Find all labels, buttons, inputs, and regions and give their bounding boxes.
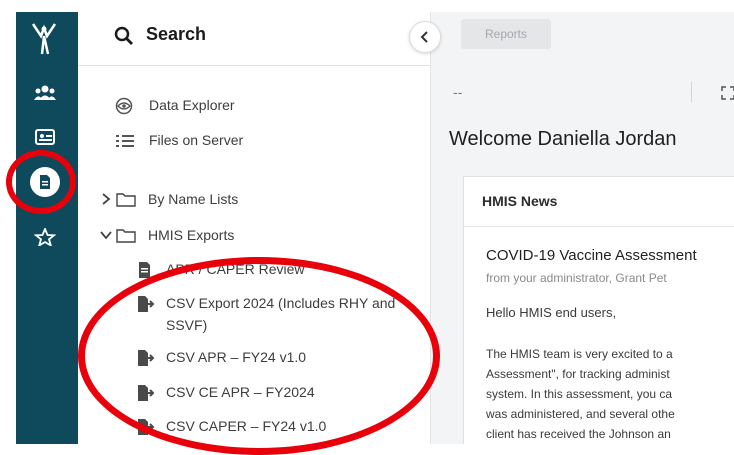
- news-body-line: was administered, and several othe: [486, 407, 675, 421]
- tree-folder-hmis-exports[interactable]: HMIS Exports: [100, 225, 350, 247]
- icon-rail: [16, 12, 78, 444]
- list-icon: [116, 135, 134, 147]
- card-title: HMIS News: [482, 193, 558, 209]
- top-bar: Reports: [431, 12, 734, 56]
- hmis-news-card: HMIS News COVID-19 Vaccine Assessment fr…: [463, 176, 734, 444]
- search-header[interactable]: Search: [78, 12, 430, 66]
- main-content: Reports -- Welcome Daniella Jordan HMIS …: [430, 12, 734, 444]
- search-icon: [114, 26, 133, 45]
- search-label: Search: [146, 24, 207, 44]
- logo-icon[interactable]: [29, 20, 59, 58]
- news-greeting: Hello HMIS end users,: [486, 305, 617, 320]
- chevron-left-icon: [420, 31, 428, 43]
- folder-icon: [116, 193, 136, 207]
- id-card-icon[interactable]: [34, 128, 56, 146]
- dashboard-selector[interactable]: --: [453, 86, 462, 101]
- annotation-ellipse: [78, 257, 440, 455]
- chevron-down-icon: [100, 231, 112, 240]
- tree-folder-label: HMIS Exports: [148, 227, 235, 243]
- card-header: HMIS News: [464, 177, 734, 227]
- expand-icon[interactable]: [721, 86, 734, 100]
- news-title[interactable]: COVID-19 Vaccine Assessment: [486, 247, 697, 264]
- chevron-right-icon: [102, 193, 111, 205]
- news-author: from your administrator, Grant Pet: [486, 271, 667, 285]
- nav-item-label: Data Explorer: [149, 97, 235, 113]
- news-body-line: The HMIS team is very excited to a: [486, 347, 673, 361]
- nav-item-label: Files on Server: [149, 132, 244, 148]
- star-icon[interactable]: [34, 228, 56, 246]
- folder-icon: [116, 229, 136, 243]
- annotation-circle: [6, 150, 76, 214]
- nav-item-data-explorer[interactable]: Data Explorer: [114, 95, 354, 117]
- news-body-line: system. In this assessment, you ca: [486, 387, 673, 401]
- people-icon[interactable]: [34, 84, 56, 102]
- news-body-line: Assessment", for tracking administ: [486, 367, 670, 381]
- tree-folder-label: By Name Lists: [148, 191, 239, 207]
- reports-button[interactable]: Reports: [461, 19, 551, 49]
- collapse-sidebar-button[interactable]: [409, 21, 441, 53]
- tree-folder-by-name-lists[interactable]: By Name Lists: [100, 189, 350, 211]
- divider: [691, 82, 692, 102]
- news-body-line: client has received the Johnson an: [486, 427, 671, 441]
- nav-item-files-on-server[interactable]: Files on Server: [114, 130, 354, 152]
- welcome-heading: Welcome Daniella Jordan: [449, 128, 677, 150]
- eye-icon: [115, 97, 133, 115]
